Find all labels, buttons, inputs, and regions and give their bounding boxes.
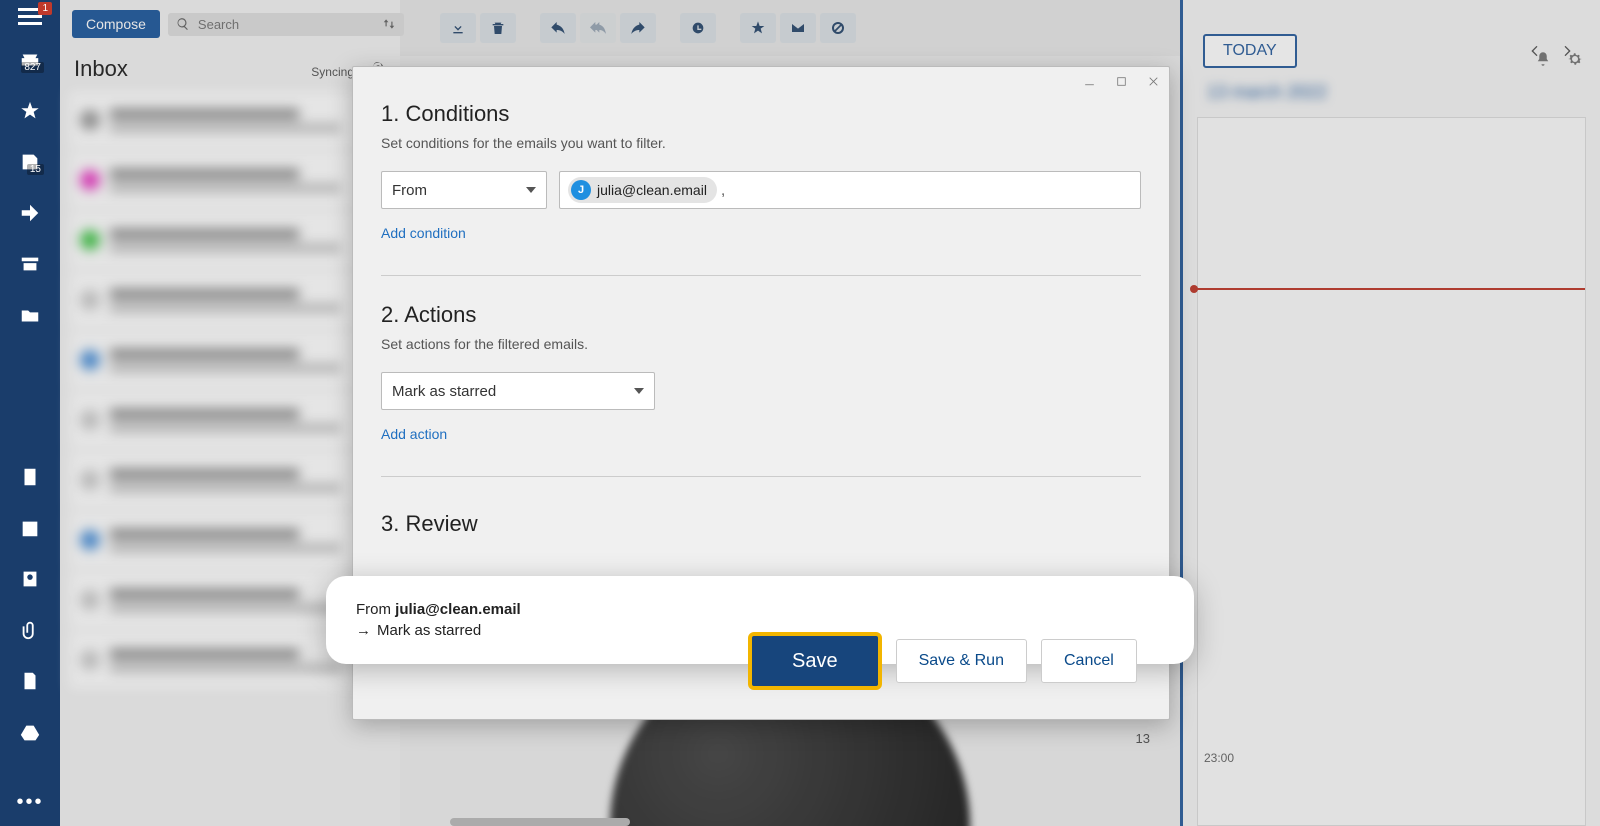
horizontal-scrollbar[interactable] xyxy=(450,818,630,826)
dialog-close-icon[interactable] xyxy=(1145,73,1161,89)
conditions-subtitle: Set conditions for the emails you want t… xyxy=(381,135,1141,151)
chevron-down-icon xyxy=(526,187,536,193)
calendar-panel: TODAY 13 march 2022 23:00 xyxy=(1180,0,1600,826)
menu-icon[interactable]: 1 xyxy=(16,6,44,24)
compose-button[interactable]: Compose xyxy=(72,10,160,38)
calendar-grid[interactable]: 23:00 xyxy=(1197,117,1586,826)
search-icon xyxy=(176,17,190,31)
action-select[interactable]: Mark as starred xyxy=(381,372,655,410)
note-icon[interactable] xyxy=(10,463,50,492)
calendar-date: 13 march 2022 xyxy=(1207,82,1327,102)
reply-button[interactable] xyxy=(540,13,576,43)
add-condition-link[interactable]: Add condition xyxy=(381,225,1141,241)
cancel-button[interactable]: Cancel xyxy=(1041,639,1137,683)
drive-icon[interactable] xyxy=(10,718,50,747)
chip-avatar: J xyxy=(571,180,591,200)
condition-field-select[interactable]: From xyxy=(381,171,547,209)
action-select-value: Mark as starred xyxy=(392,383,496,400)
chevron-down-icon xyxy=(634,388,644,394)
save-and-run-button[interactable]: Save & Run xyxy=(896,639,1027,683)
folder-icon[interactable] xyxy=(10,301,50,330)
mail-item[interactable] xyxy=(70,152,390,208)
section-divider xyxy=(381,476,1141,477)
document-icon[interactable] xyxy=(10,667,50,696)
star-button[interactable] xyxy=(740,13,776,43)
mail-item[interactable] xyxy=(70,452,390,508)
dialog-minimize-icon[interactable] xyxy=(1081,73,1097,89)
section-divider xyxy=(381,275,1141,276)
mail-item[interactable] xyxy=(70,392,390,448)
block-button[interactable] xyxy=(820,13,856,43)
inbox-folder-icon[interactable]: 827 xyxy=(10,46,50,75)
calendar-icon[interactable] xyxy=(10,514,50,543)
reply-all-button[interactable] xyxy=(580,13,616,43)
more-icon[interactable]: ••• xyxy=(16,791,43,826)
mark-read-button[interactable] xyxy=(780,13,816,43)
attachment-icon[interactable] xyxy=(10,616,50,645)
sort-icon[interactable] xyxy=(382,17,396,31)
archive-icon[interactable] xyxy=(10,250,50,279)
hour-label: 23:00 xyxy=(1204,751,1234,765)
drafts-count: 15 xyxy=(27,164,44,175)
menu-badge: 1 xyxy=(38,2,52,15)
actions-subtitle: Set actions for the filtered emails. xyxy=(381,336,1141,352)
bell-icon[interactable] xyxy=(1534,50,1552,68)
condition-field-value: From xyxy=(392,182,427,199)
actions-title: 2. Actions xyxy=(381,302,1141,328)
search-field[interactable] xyxy=(168,13,404,36)
mail-item[interactable] xyxy=(70,332,390,388)
today-button[interactable]: TODAY xyxy=(1203,34,1297,68)
message-date-badge: 13 xyxy=(1136,731,1150,746)
left-rail: 1 827 15 ••• xyxy=(0,0,60,826)
delete-button[interactable] xyxy=(480,13,516,43)
add-action-link[interactable]: Add action xyxy=(381,426,1141,442)
email-chip[interactable]: J julia@clean.email xyxy=(568,177,717,203)
chip-email: julia@clean.email xyxy=(597,182,707,198)
dialog-maximize-icon[interactable] xyxy=(1113,73,1129,89)
mail-item[interactable] xyxy=(70,212,390,268)
inbox-title: Inbox xyxy=(74,56,311,82)
conditions-title: 1. Conditions xyxy=(381,101,1141,127)
mail-list-panel: Compose Inbox Syncing... xyxy=(60,0,400,826)
mail-item[interactable] xyxy=(70,92,390,148)
search-input[interactable] xyxy=(198,17,374,32)
download-button[interactable] xyxy=(440,13,476,43)
condition-value-input[interactable]: J julia@clean.email , xyxy=(559,171,1141,209)
forward-button[interactable] xyxy=(620,13,656,43)
review-summary-text: From julia@clean.email →Mark as starred xyxy=(356,599,521,641)
chip-separator: , xyxy=(721,182,725,199)
star-icon[interactable] xyxy=(10,97,50,126)
mail-item[interactable] xyxy=(70,512,390,568)
contacts-icon[interactable] xyxy=(10,565,50,594)
save-button[interactable]: Save xyxy=(748,632,882,690)
gear-icon[interactable] xyxy=(1566,50,1584,68)
review-title: 3. Review xyxy=(381,511,1141,537)
sent-icon[interactable] xyxy=(10,199,50,228)
inbox-count: 827 xyxy=(21,62,44,73)
dialog-button-row: Save Save & Run Cancel xyxy=(748,632,1137,690)
drafts-icon[interactable]: 15 xyxy=(10,148,50,177)
current-time-line xyxy=(1194,288,1585,290)
mail-item[interactable] xyxy=(70,272,390,328)
snooze-button[interactable] xyxy=(680,13,716,43)
